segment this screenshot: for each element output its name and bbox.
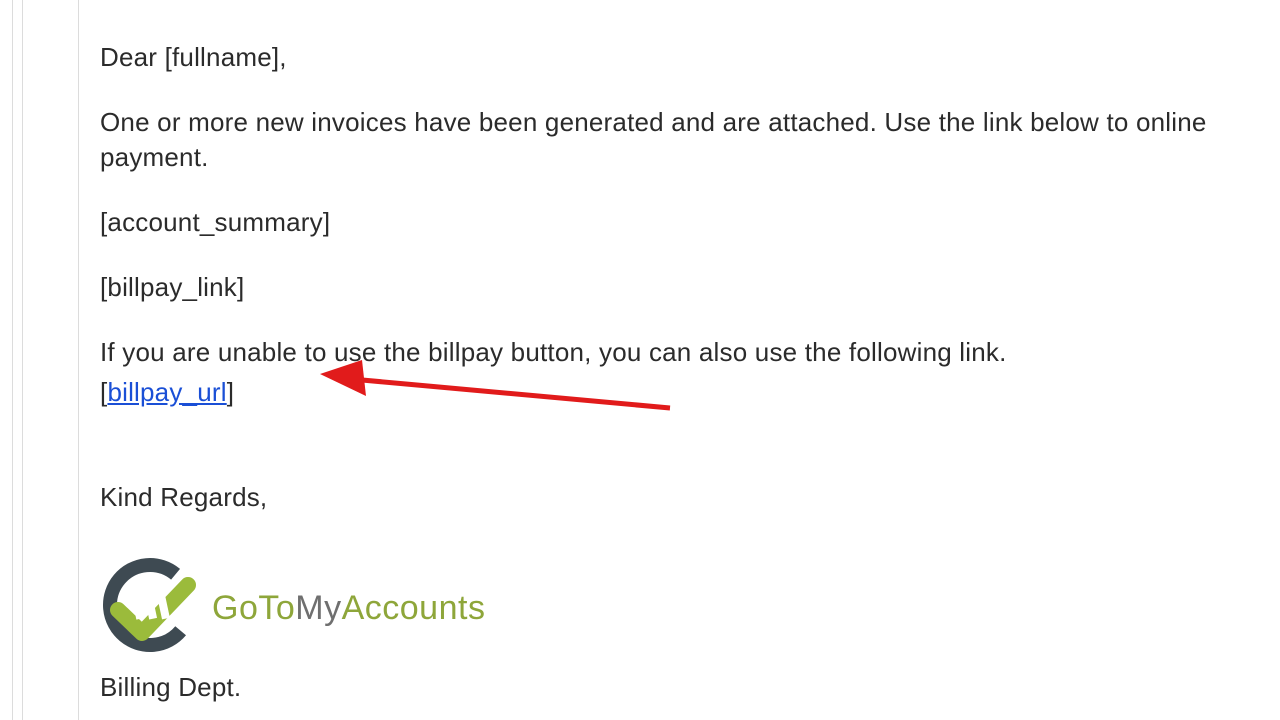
logo-text-goto: GoTo — [212, 589, 295, 627]
company-logo: GoToMyAccounts — [100, 555, 1280, 664]
logo-text-my: My — [295, 589, 341, 627]
account-summary-placeholder: [account_summary] — [100, 205, 1280, 240]
billpay-url-close-bracket: ] — [227, 377, 234, 407]
greeting-line: Dear [fullname], — [100, 40, 1280, 75]
logo-wordmark: GoToMyAccounts — [212, 586, 485, 632]
billpay-url-line: [billpay_url] — [100, 375, 1280, 410]
left-ruler-guides — [0, 0, 80, 720]
billpay-link-placeholder: [billpay_link] — [100, 270, 1280, 305]
billing-dept-line: Billing Dept. — [100, 670, 1280, 705]
sign-off: Kind Regards, — [100, 480, 1280, 515]
alt-link-instruction: If you are unable to use the billpay but… — [100, 335, 1280, 370]
intro-paragraph: One or more new invoices have been gener… — [100, 105, 1280, 175]
billpay-url-link[interactable]: billpay_url — [107, 377, 226, 407]
logo-mark-icon — [100, 555, 200, 664]
email-body: Dear [fullname], One or more new invoice… — [100, 40, 1280, 705]
logo-text-accounts: Accounts — [342, 589, 486, 627]
